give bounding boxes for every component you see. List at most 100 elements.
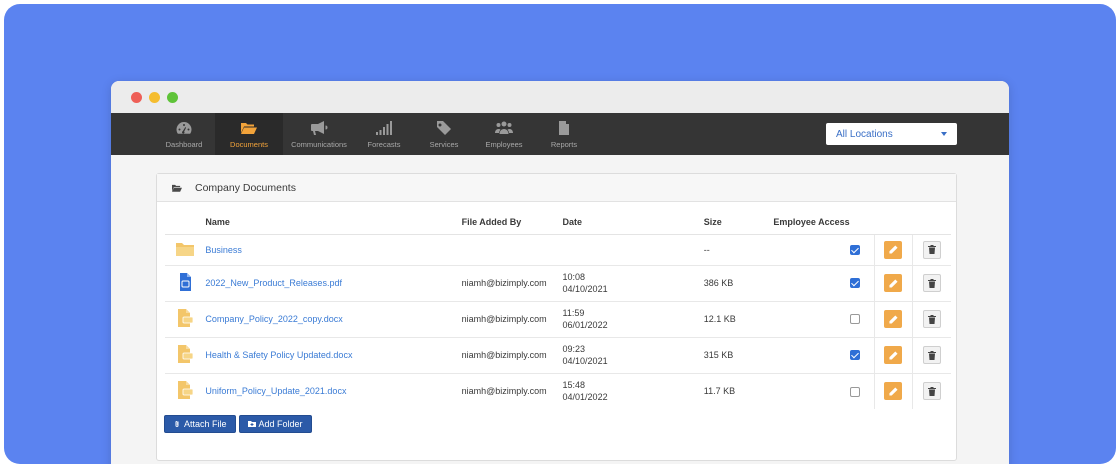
row-name-link[interactable]: Company_Policy_2022_copy.docx bbox=[205, 314, 342, 324]
employee-access-checkbox[interactable] bbox=[849, 278, 860, 289]
edit-button[interactable] bbox=[884, 240, 903, 259]
folder-plus-icon bbox=[247, 421, 256, 427]
header-date: Date bbox=[562, 210, 704, 235]
trash-icon bbox=[928, 386, 937, 396]
row-size: 12.1 KB bbox=[703, 301, 774, 338]
trash-icon bbox=[928, 245, 937, 254]
background: Dashboard Documents Communications Forec… bbox=[4, 4, 1116, 464]
row-time: 09:23 bbox=[562, 344, 586, 354]
paperclip-icon bbox=[175, 421, 179, 427]
nav-label: Reports bbox=[550, 140, 578, 149]
employee-access-checkbox[interactable] bbox=[849, 244, 860, 255]
delete-button[interactable] bbox=[923, 274, 942, 292]
table-row[interactable]: 2022_New_Product_Releases.pdf niamh@bizi… bbox=[165, 265, 951, 302]
nav-label: Employees bbox=[485, 140, 523, 149]
location-select-value: All Locations bbox=[836, 128, 893, 140]
nav-item-services[interactable]: Services bbox=[415, 113, 473, 155]
docx-file-icon bbox=[178, 381, 194, 400]
chevron-down-icon bbox=[941, 132, 947, 136]
nav-label: Dashboard bbox=[165, 140, 203, 149]
nav-item-forecasts[interactable]: Forecasts bbox=[355, 113, 413, 155]
header-edit bbox=[874, 210, 913, 235]
row-added-by: niamh@bizimply.com bbox=[461, 386, 547, 397]
table-row[interactable]: Uniform_Policy_Update_2021.docx niamh@bi… bbox=[165, 373, 951, 409]
pdf-file-icon bbox=[180, 273, 192, 291]
pencil-icon bbox=[889, 387, 898, 396]
trash-icon bbox=[928, 314, 937, 324]
row-time: 15:48 bbox=[562, 380, 586, 391]
employee-access-checkbox[interactable] bbox=[849, 314, 860, 325]
header-employee-access: Employee Access bbox=[773, 210, 875, 235]
row-date: 04/01/2022 bbox=[562, 392, 608, 403]
header-added-by: File Added By bbox=[461, 210, 563, 235]
panel-header: Company Documents bbox=[157, 174, 956, 202]
close-window-button[interactable] bbox=[131, 92, 142, 103]
row-date: 04/10/2021 bbox=[562, 356, 608, 366]
attach-file-button[interactable]: Attach File bbox=[164, 415, 236, 433]
nav-item-reports[interactable]: Reports bbox=[535, 113, 593, 155]
row-date: 04/10/2021 bbox=[562, 284, 608, 294]
row-name-link[interactable]: Business bbox=[205, 245, 242, 255]
trash-icon bbox=[928, 278, 937, 288]
header-size: Size bbox=[703, 210, 774, 235]
add-folder-label: Add Folder bbox=[258, 419, 303, 429]
header-delete bbox=[912, 210, 951, 235]
delete-button[interactable] bbox=[923, 310, 942, 328]
delete-button[interactable] bbox=[923, 240, 942, 259]
employee-access-checkbox[interactable] bbox=[849, 386, 860, 397]
minimize-window-button[interactable] bbox=[149, 92, 160, 103]
header-icon bbox=[165, 210, 206, 235]
folder-open-icon bbox=[172, 184, 182, 192]
nav-label: Forecasts bbox=[367, 140, 401, 149]
pencil-icon bbox=[889, 314, 898, 324]
edit-button[interactable] bbox=[884, 274, 903, 292]
edit-button[interactable] bbox=[884, 382, 903, 401]
docx-file-icon bbox=[178, 309, 194, 327]
nav-item-documents[interactable]: Documents bbox=[215, 113, 283, 155]
megaphone-icon bbox=[311, 121, 328, 135]
location-select[interactable]: All Locations bbox=[826, 123, 957, 145]
row-name-link[interactable]: Health & Safety Policy Updated.docx bbox=[205, 350, 352, 360]
row-name-link[interactable]: 2022_New_Product_Releases.pdf bbox=[205, 278, 342, 288]
maximize-window-button[interactable] bbox=[167, 92, 178, 103]
row-added-by: niamh@bizimply.com bbox=[461, 301, 563, 338]
table-row[interactable]: Company_Policy_2022_copy.docx niamh@bizi… bbox=[165, 301, 951, 338]
row-date: 06/01/2022 bbox=[562, 320, 608, 330]
edit-button[interactable] bbox=[884, 346, 903, 364]
nav-item-communications[interactable]: Communications bbox=[285, 113, 353, 155]
row-time: 10:08 bbox=[562, 272, 586, 282]
row-time: 11:59 bbox=[562, 308, 585, 318]
document-icon bbox=[559, 121, 569, 135]
employee-access-checkbox[interactable] bbox=[849, 350, 860, 361]
table-row[interactable]: Health & Safety Policy Updated.docx niam… bbox=[165, 337, 951, 374]
row-name-link[interactable]: Uniform_Policy_Update_2021.docx bbox=[205, 386, 346, 396]
nav-item-employees[interactable]: Employees bbox=[475, 113, 533, 155]
row-size: 386 KB bbox=[703, 265, 774, 302]
pencil-icon bbox=[889, 278, 898, 288]
panel-title: Company Documents bbox=[195, 181, 296, 194]
nav-label: Documents bbox=[230, 140, 268, 149]
delete-button[interactable] bbox=[923, 346, 942, 364]
row-added-by: niamh@bizimply.com bbox=[461, 265, 563, 302]
signal-bars-icon bbox=[376, 121, 392, 135]
window-titlebar bbox=[111, 81, 1009, 113]
table-row[interactable]: Business -- bbox=[165, 234, 951, 266]
nav-label: Communications bbox=[291, 140, 347, 149]
pencil-icon bbox=[889, 350, 898, 360]
documents-panel: Company Documents Name File Added By Dat… bbox=[156, 173, 957, 461]
row-size: 315 KB bbox=[703, 337, 774, 374]
pencil-icon bbox=[889, 245, 898, 254]
docx-file-icon bbox=[178, 345, 194, 363]
delete-button[interactable] bbox=[923, 382, 942, 401]
folder-open-icon bbox=[241, 123, 257, 134]
add-folder-button[interactable]: Add Folder bbox=[238, 415, 312, 433]
main-navbar: Dashboard Documents Communications Forec… bbox=[111, 113, 1009, 155]
nav-item-dashboard[interactable]: Dashboard bbox=[155, 113, 213, 155]
header-name: Name bbox=[205, 210, 462, 235]
folder-icon bbox=[176, 242, 195, 256]
edit-button[interactable] bbox=[884, 310, 903, 328]
panel-actions: Attach File Add Folder bbox=[164, 415, 312, 433]
table-header-row: Name File Added By Date Size Employee Ac… bbox=[165, 210, 951, 235]
row-size: -- bbox=[703, 234, 774, 266]
documents-table: Name File Added By Date Size Employee Ac… bbox=[165, 210, 951, 409]
